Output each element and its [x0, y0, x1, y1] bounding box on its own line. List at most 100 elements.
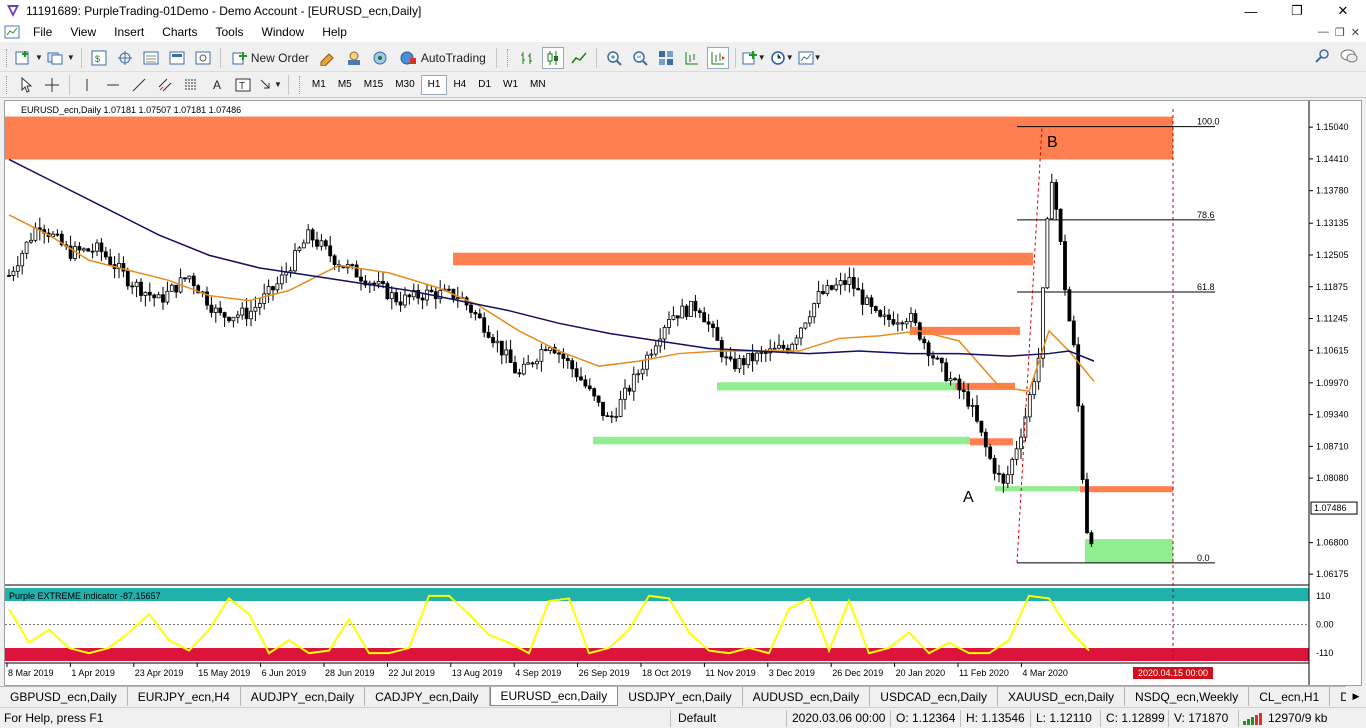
fibonacci-retracement[interactable]: 100.0 78.6 61.8 0.0: [1017, 117, 1220, 564]
chart-tab[interactable]: AUDUSD_ecn,Daily: [743, 687, 871, 706]
zoom-in-icon[interactable]: [603, 47, 625, 69]
crosshair-navigator-icon[interactable]: [114, 47, 136, 69]
new-chart-button[interactable]: ▼: [15, 47, 43, 69]
chart-tab[interactable]: GBPUSD_ecn,Daily: [0, 687, 128, 706]
status-open: O: 1.12364: [896, 711, 956, 725]
market-watch-icon[interactable]: $: [88, 47, 110, 69]
maximize-button[interactable]: ❐: [1274, 0, 1320, 22]
chart-tab[interactable]: CADJPY_ecn,Daily: [365, 687, 490, 706]
title-bar: 11191689: PurpleTrading-01Demo - Demo Ac…: [0, 0, 1366, 22]
signals-icon[interactable]: [369, 47, 391, 69]
fib-trendline[interactable]: [1016, 126, 1043, 563]
periods-button[interactable]: ▼: [770, 47, 794, 69]
indicators-button[interactable]: ▼: [742, 47, 766, 69]
candle-body: [1054, 182, 1059, 210]
chart-tab[interactable]: EURJPY_ecn,H4: [128, 687, 241, 706]
autotrading-button[interactable]: AutoTrading: [395, 47, 490, 69]
arrows-icon[interactable]: ▼: [258, 74, 282, 96]
candle-body: [944, 362, 949, 382]
menu-file[interactable]: File: [24, 25, 61, 39]
zoom-out-icon[interactable]: [629, 47, 651, 69]
candle-body: [81, 248, 86, 251]
connection-status-icon[interactable]: [1242, 712, 1266, 726]
status-profile[interactable]: Default: [678, 711, 716, 725]
timeframe-m15[interactable]: M15: [358, 75, 389, 95]
candle-body: [187, 275, 192, 280]
candle-body: [631, 373, 636, 392]
chart-tab[interactable]: AUDJPY_ecn,Daily: [241, 687, 366, 706]
menu-window[interactable]: Window: [253, 25, 314, 39]
chart-shift-icon[interactable]: [681, 47, 703, 69]
templates-button[interactable]: ▼: [798, 47, 822, 69]
candle-body: [904, 321, 909, 325]
candle-body: [389, 292, 394, 300]
chat-icon[interactable]: [1340, 48, 1358, 64]
data-window-icon[interactable]: [140, 47, 162, 69]
bar-chart-icon[interactable]: [516, 47, 538, 69]
candle-body: [1010, 458, 1015, 476]
timeframe-m1[interactable]: M1: [306, 75, 332, 95]
minimize-button[interactable]: —: [1228, 0, 1274, 22]
text-label-icon[interactable]: T: [232, 74, 254, 96]
timeframe-mn[interactable]: MN: [524, 75, 552, 95]
candle-body: [759, 352, 764, 354]
candle-body: [90, 250, 95, 253]
mdi-close-button[interactable]: ✕: [1351, 26, 1360, 39]
timeframe-m30[interactable]: M30: [389, 75, 420, 95]
search-icon[interactable]: [1314, 48, 1330, 64]
timeframe-d1[interactable]: D1: [472, 75, 497, 95]
candle-body: [174, 284, 179, 293]
new-order-button[interactable]: New Order: [227, 47, 313, 69]
menu-charts[interactable]: Charts: [153, 25, 206, 39]
candle-body: [447, 288, 451, 291]
chart-tab[interactable]: NSDQ_ecn,Weekly: [1125, 687, 1250, 706]
price-tick-label: 1.06175: [1316, 569, 1349, 579]
standard-toolbar: ▼ ▼ $ New Order AutoTrading ▼ ▼ ▼: [0, 44, 1366, 72]
candle-body: [385, 283, 390, 300]
chart-document-icon[interactable]: [4, 25, 20, 39]
metaeditor-icon[interactable]: [317, 47, 339, 69]
crosshair-icon[interactable]: [41, 74, 63, 96]
tile-windows-icon[interactable]: [655, 47, 677, 69]
timeframe-w1[interactable]: W1: [497, 75, 524, 95]
auto-scroll-icon[interactable]: [706, 46, 729, 69]
cursor-icon[interactable]: [15, 74, 37, 96]
chart-tab[interactable]: CL_ecn,H1: [1249, 687, 1331, 706]
moving-average-fast: [8, 214, 1095, 393]
chart-tab[interactable]: USDJPY_ecn,Daily: [618, 687, 743, 706]
menu-help[interactable]: Help: [313, 25, 356, 39]
timeframe-h1[interactable]: H1: [420, 74, 448, 95]
toolbar-right: [1314, 48, 1358, 64]
candle-body: [429, 289, 434, 293]
chart-tab[interactable]: XAUUSD_ecn,Daily: [998, 687, 1126, 706]
close-window-button[interactable]: ✕: [1320, 0, 1366, 22]
candlestick-chart-icon[interactable]: [541, 46, 564, 69]
strategy-tester-icon[interactable]: [192, 47, 214, 69]
vertical-line-icon[interactable]: [76, 74, 98, 96]
mdi-restore-button[interactable]: ❐: [1335, 26, 1345, 39]
menu-insert[interactable]: Insert: [105, 25, 153, 39]
chart-tab[interactable]: EURUSD_ecn,Daily: [489, 687, 619, 706]
candle-body: [319, 240, 324, 247]
tabs-scroll-right-icon[interactable]: ▶: [1346, 686, 1366, 706]
profiles-button[interactable]: ▼: [47, 47, 75, 69]
text-tool-icon[interactable]: A: [206, 74, 228, 96]
mdi-minimize-button[interactable]: —: [1318, 26, 1329, 38]
fibonacci-icon[interactable]: [180, 74, 202, 96]
chart-tab[interactable]: USDCAD_ecn,Daily: [870, 687, 998, 706]
menu-tools[interactable]: Tools: [207, 25, 253, 39]
chart-window[interactable]: 100.0 78.6 61.8 0.0 1.15040 1.14410 1.13780 1.…: [4, 100, 1362, 686]
menu-view[interactable]: View: [61, 25, 105, 39]
candle-body: [279, 274, 284, 285]
terminal-icon[interactable]: [166, 47, 188, 69]
line-chart-icon[interactable]: [568, 47, 590, 69]
price-chart[interactable]: 100.078.661.80.0 1.150401.144101.137801.…: [5, 101, 1361, 685]
horizontal-line-icon[interactable]: [102, 74, 124, 96]
candle-body: [636, 373, 641, 376]
trendline-icon[interactable]: [128, 74, 150, 96]
experts-icon[interactable]: [343, 47, 365, 69]
candle-body: [900, 322, 905, 325]
equidistant-channel-icon[interactable]: [154, 74, 176, 96]
timeframe-h4[interactable]: H4: [447, 75, 472, 95]
timeframe-m5[interactable]: M5: [332, 75, 358, 95]
